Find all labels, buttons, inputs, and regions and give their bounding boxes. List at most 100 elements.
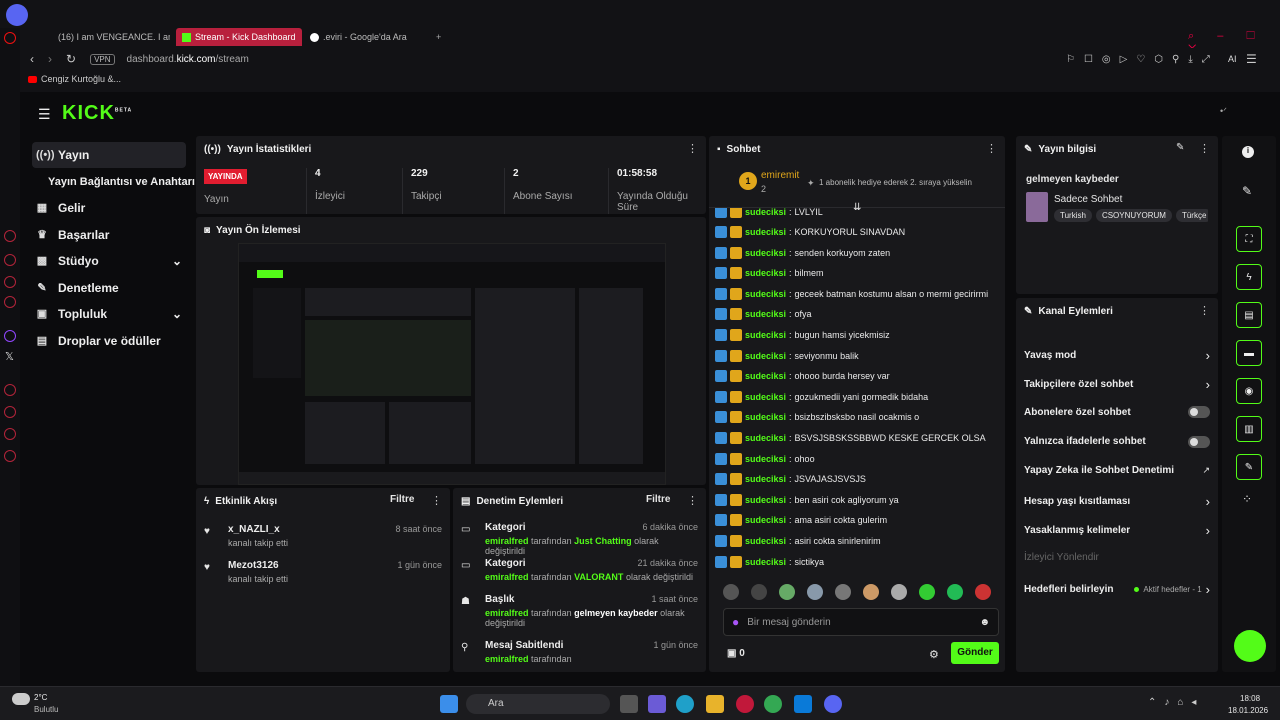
music-icon[interactable] <box>4 296 16 308</box>
emote-icon[interactable] <box>751 584 767 600</box>
store-icon[interactable] <box>794 695 812 713</box>
emoji-icon[interactable]: ☻ <box>979 617 990 628</box>
emote-icon[interactable] <box>863 584 879 600</box>
nav-yayin[interactable]: ((•)) Yayın <box>32 142 186 168</box>
nav-denetleme[interactable]: ✎ Denetleme <box>32 275 186 301</box>
stream-preview-video[interactable] <box>238 243 666 485</box>
tab-kick-dashboard[interactable]: Stream - Kick Dashboard <box>176 28 302 46</box>
bookmark-item[interactable]: Cengiz Kurtoğlu &... <box>28 74 121 84</box>
emote-bar[interactable] <box>723 582 999 602</box>
tab-youtube[interactable]: (16) I am VENGEANCE. I am <box>48 28 170 46</box>
info-icon[interactable] <box>4 450 16 462</box>
broadcast-icon[interactable]: ◉ <box>1236 378 1262 404</box>
instagram-icon[interactable] <box>4 276 16 288</box>
channel-action-6[interactable]: Yasaklanmış kelimeler › <box>1024 523 1210 538</box>
opera-gx-icon[interactable] <box>736 695 754 713</box>
filter-button[interactable]: Filtre <box>646 494 670 505</box>
tab-google[interactable]: .eviri - Google'da Ara <box>304 28 428 46</box>
channel-action-4[interactable]: Yapay Zeka ile Sohbet Denetimi ↗ <box>1024 465 1210 476</box>
more-options-icon[interactable]: ⋮ <box>986 142 997 155</box>
channel-action-5[interactable]: Hesap yaşı kısıtlaması › <box>1024 494 1210 509</box>
tag[interactable]: CSOYNUYORUM <box>1095 209 1172 222</box>
taskview-icon[interactable] <box>620 695 638 713</box>
widgets-icon[interactable]: ⁘ <box>1242 492 1252 506</box>
ai-button[interactable]: AI <box>1228 54 1237 64</box>
more-options-icon[interactable]: ⋮ <box>1199 142 1210 155</box>
emote-icon[interactable] <box>723 584 739 600</box>
emote-icon[interactable] <box>835 584 851 600</box>
new-tab-button[interactable]: + <box>430 28 446 46</box>
nav-droplar[interactable]: ▤ Droplar ve ödüller <box>32 328 186 354</box>
tray-icons[interactable]: ⌃♪⌂◂ <box>1148 697 1204 708</box>
discord-icon[interactable] <box>6 4 28 26</box>
chat-settings-icon[interactable]: ⚙ <box>929 648 939 661</box>
app-icon[interactable] <box>648 695 666 713</box>
nav-gelir[interactable]: ▦ Gelir <box>32 195 186 221</box>
explorer-icon[interactable] <box>706 695 724 713</box>
clipboard-icon[interactable]: ▥ <box>1236 416 1262 442</box>
toggle-switch[interactable] <box>1188 406 1210 419</box>
messenger-icon[interactable] <box>4 254 16 266</box>
nav-basarilar[interactable]: ♛ Başarılar <box>32 222 186 248</box>
filter-button[interactable]: Filtre <box>390 494 414 505</box>
hamburger-icon[interactable]: ☰ <box>38 106 51 123</box>
x-twitter-icon[interactable]: 𝕏 <box>5 350 14 363</box>
send-button[interactable]: Gönder <box>951 642 999 664</box>
edit-icon[interactable]: ✎ <box>1176 142 1184 153</box>
bolt-icon[interactable]: ϟ <box>1236 264 1262 290</box>
emote-icon[interactable] <box>947 584 963 600</box>
nav-stream-key[interactable]: Yayın Bağlantısı ve Anahtarı <box>32 169 202 195</box>
nav-topluluk[interactable]: ▣ Topluluk ⌄ <box>32 301 186 327</box>
info-icon[interactable]: i <box>1242 146 1254 158</box>
notes-icon[interactable]: ▤ <box>1236 302 1262 328</box>
weather-icon[interactable] <box>12 693 30 705</box>
support-icon[interactable] <box>1234 630 1266 662</box>
chat-input[interactable]: ● Bir mesaj gönderin ☻ <box>723 608 999 636</box>
url-field[interactable]: dashboard.kick.com/stream <box>127 54 249 65</box>
verified-badge-icon <box>715 287 727 300</box>
more-options-icon[interactable]: ⋮ <box>431 494 442 507</box>
fullscreen-icon[interactable]: ⛶ <box>1236 226 1262 252</box>
pencil-icon[interactable]: ✎ <box>1242 184 1252 198</box>
twitch-icon[interactable] <box>4 330 16 342</box>
channel-action-3[interactable]: Yalnızca ifadelerle sohbet <box>1024 435 1210 448</box>
clock-icon[interactable] <box>4 384 16 396</box>
nav-studyo[interactable]: ▩ Stüdyo ⌄ <box>32 248 186 274</box>
more-options-icon[interactable]: ⋮ <box>1199 304 1210 317</box>
wrench-icon[interactable]: ✎ <box>1236 454 1262 480</box>
more-options-icon[interactable]: ⋮ <box>687 142 698 155</box>
emote-icon[interactable] <box>975 584 991 600</box>
mic-icon[interactable]: ● <box>732 615 739 629</box>
vpn-badge[interactable]: VPN <box>90 53 115 65</box>
gx-settings-icon[interactable] <box>4 428 16 440</box>
kick-logo[interactable]: KICKBETA <box>62 102 132 125</box>
channel-action-8[interactable]: Hedefleri belirleyin Aktif hedefler - 1 › <box>1024 582 1210 597</box>
emote-icon[interactable] <box>891 584 907 600</box>
windows-start-icon[interactable] <box>440 695 458 713</box>
taskbar-search[interactable]: Ara <box>466 694 610 714</box>
toolbar-icons[interactable]: ⚐☐◎▷♡⬡⚲⤓⤢ <box>1066 54 1219 65</box>
tag[interactable]: Türkçe <box>1175 209 1208 222</box>
opera-logo-icon[interactable] <box>4 32 16 44</box>
profile-icon[interactable]: •ᐟ <box>1220 106 1227 117</box>
history-icon[interactable] <box>4 230 16 242</box>
more-options-icon[interactable]: ⋮ <box>687 494 698 507</box>
pin-icon[interactable] <box>4 406 16 418</box>
tag[interactable]: Turkish <box>1054 209 1092 222</box>
chat-bubble-icon[interactable]: ▬ <box>1236 340 1262 366</box>
edge-icon[interactable] <box>676 695 694 713</box>
reload-icon[interactable]: ↻ <box>66 52 76 66</box>
emote-icon[interactable] <box>919 584 935 600</box>
emote-icon[interactable] <box>807 584 823 600</box>
points-display: ▣ 0 <box>727 648 745 659</box>
menu-icon[interactable]: ☰ <box>1246 52 1257 66</box>
channel-action-2[interactable]: Abonelere özel sohbet <box>1024 406 1210 419</box>
channel-action-1[interactable]: Takipçilere özel sohbet › <box>1024 377 1210 392</box>
channel-action-0[interactable]: Yavaş mod › <box>1024 348 1210 363</box>
back-icon[interactable]: ‹ <box>30 52 34 66</box>
forward-icon[interactable]: › <box>48 52 52 66</box>
toggle-switch[interactable] <box>1188 435 1210 448</box>
discord-taskbar-icon[interactable] <box>824 695 842 713</box>
emote-icon[interactable] <box>779 584 795 600</box>
chrome-icon[interactable] <box>764 695 782 713</box>
